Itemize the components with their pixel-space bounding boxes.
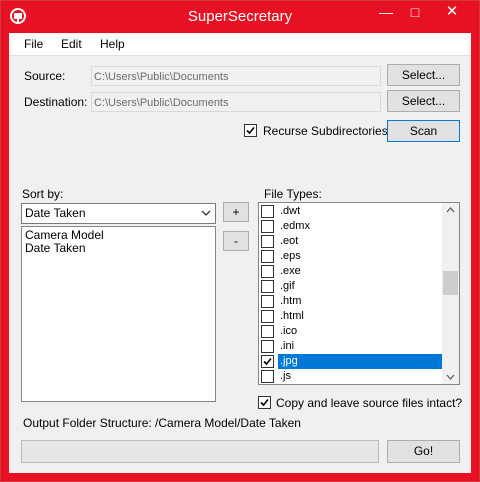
- file-type-label: .js: [280, 370, 291, 382]
- checkmark-icon: [260, 398, 269, 407]
- sort-by-dropdown[interactable]: Date Taken: [21, 203, 216, 224]
- file-types-label: File Types:: [264, 187, 322, 201]
- file-type-item[interactable]: .eps: [259, 249, 441, 264]
- main-panel: File Edit Help Source: C:\Users\Public\D…: [9, 33, 471, 473]
- chevron-down-icon: [201, 210, 211, 216]
- menu-file[interactable]: File: [24, 37, 43, 51]
- file-type-checkbox[interactable]: [261, 265, 274, 278]
- file-type-item[interactable]: .htm: [259, 294, 441, 309]
- minimize-button[interactable]: —: [373, 1, 399, 23]
- file-type-label: .gif: [280, 280, 295, 292]
- destination-select-button[interactable]: Select...: [387, 90, 460, 112]
- file-type-checkbox[interactable]: [261, 295, 274, 308]
- destination-path-field[interactable]: C:\Users\Public\Documents: [91, 92, 381, 112]
- file-type-item[interactable]: .gif: [259, 279, 441, 294]
- remove-sort-button[interactable]: -: [223, 231, 249, 251]
- checkmark-icon: [246, 126, 255, 135]
- file-type-checkbox[interactable]: [261, 355, 274, 368]
- scan-button[interactable]: Scan: [387, 120, 460, 142]
- recurse-label: Recurse Subdirectories: [263, 124, 388, 138]
- recurse-checkbox[interactable]: [244, 124, 257, 137]
- file-type-item[interactable]: .jpg: [259, 354, 445, 369]
- file-type-label: .eot: [280, 235, 299, 247]
- file-type-checkbox[interactable]: [261, 325, 274, 338]
- scroll-down-icon[interactable]: [442, 370, 459, 384]
- file-type-item[interactable]: .js: [259, 369, 441, 384]
- source-label: Source:: [24, 69, 66, 83]
- menu-bar: File Edit Help: [9, 33, 471, 56]
- file-type-item[interactable]: .dwt: [259, 204, 441, 219]
- file-type-item[interactable]: .html: [259, 309, 441, 324]
- file-type-label: .exe: [280, 265, 301, 277]
- app-window: SuperSecretary — □ ✕ File Edit Help Sour…: [0, 0, 480, 482]
- sort-order-list[interactable]: Camera Model Date Taken: [21, 226, 216, 402]
- go-button[interactable]: Go!: [387, 440, 460, 463]
- list-item[interactable]: Camera Model: [25, 228, 104, 242]
- file-type-item[interactable]: .edmx: [259, 219, 441, 234]
- file-type-label: .dwt: [280, 205, 301, 217]
- file-type-label: .eps: [280, 250, 301, 262]
- title-bar[interactable]: SuperSecretary — □ ✕: [1, 1, 479, 33]
- scroll-up-icon[interactable]: [442, 203, 459, 217]
- file-type-item[interactable]: .ico: [259, 324, 441, 339]
- file-type-checkbox[interactable]: [261, 370, 274, 383]
- file-type-label: .htm: [280, 295, 302, 307]
- list-item[interactable]: Date Taken: [25, 241, 86, 255]
- file-type-label: .ini: [280, 340, 295, 352]
- file-type-label: .ico: [280, 325, 298, 337]
- copy-checkbox[interactable]: [258, 396, 271, 409]
- sort-by-label: Sort by:: [22, 187, 64, 201]
- file-type-checkbox[interactable]: [261, 310, 274, 323]
- file-type-checkbox[interactable]: [261, 250, 274, 263]
- file-type-label: .jpg: [278, 354, 445, 369]
- file-type-checkbox[interactable]: [261, 220, 274, 233]
- scroll-thumb[interactable]: [443, 271, 458, 295]
- file-type-checkbox[interactable]: [261, 205, 274, 218]
- file-type-label: .edmx: [280, 220, 310, 232]
- source-path-field[interactable]: C:\Users\Public\Documents: [91, 66, 381, 86]
- copy-label: Copy and leave source files intact?: [276, 396, 463, 410]
- file-type-label: .html: [280, 310, 304, 322]
- progress-bar: [21, 440, 379, 463]
- sort-by-selected: Date Taken: [25, 206, 86, 220]
- close-button[interactable]: ✕: [434, 1, 470, 23]
- file-types-list[interactable]: .dwt .edmx .eot .eps .exe .gif .htm .html .ico .i…: [258, 202, 460, 385]
- file-type-checkbox[interactable]: [261, 280, 274, 293]
- output-structure-text: Output Folder Structure: /Camera Model/D…: [23, 416, 301, 430]
- file-type-item[interactable]: .eot: [259, 234, 441, 249]
- add-sort-button[interactable]: +: [223, 202, 249, 222]
- source-select-button[interactable]: Select...: [387, 64, 460, 86]
- checkmark-icon: [263, 357, 272, 366]
- file-type-checkbox[interactable]: [261, 340, 274, 353]
- file-type-checkbox[interactable]: [261, 235, 274, 248]
- maximize-button[interactable]: □: [402, 1, 428, 23]
- file-types-scrollbar[interactable]: [442, 203, 459, 384]
- menu-edit[interactable]: Edit: [61, 37, 82, 51]
- file-type-item[interactable]: .exe: [259, 264, 441, 279]
- file-type-item[interactable]: .ini: [259, 339, 441, 354]
- destination-label: Destination:: [24, 95, 88, 109]
- menu-help[interactable]: Help: [100, 37, 125, 51]
